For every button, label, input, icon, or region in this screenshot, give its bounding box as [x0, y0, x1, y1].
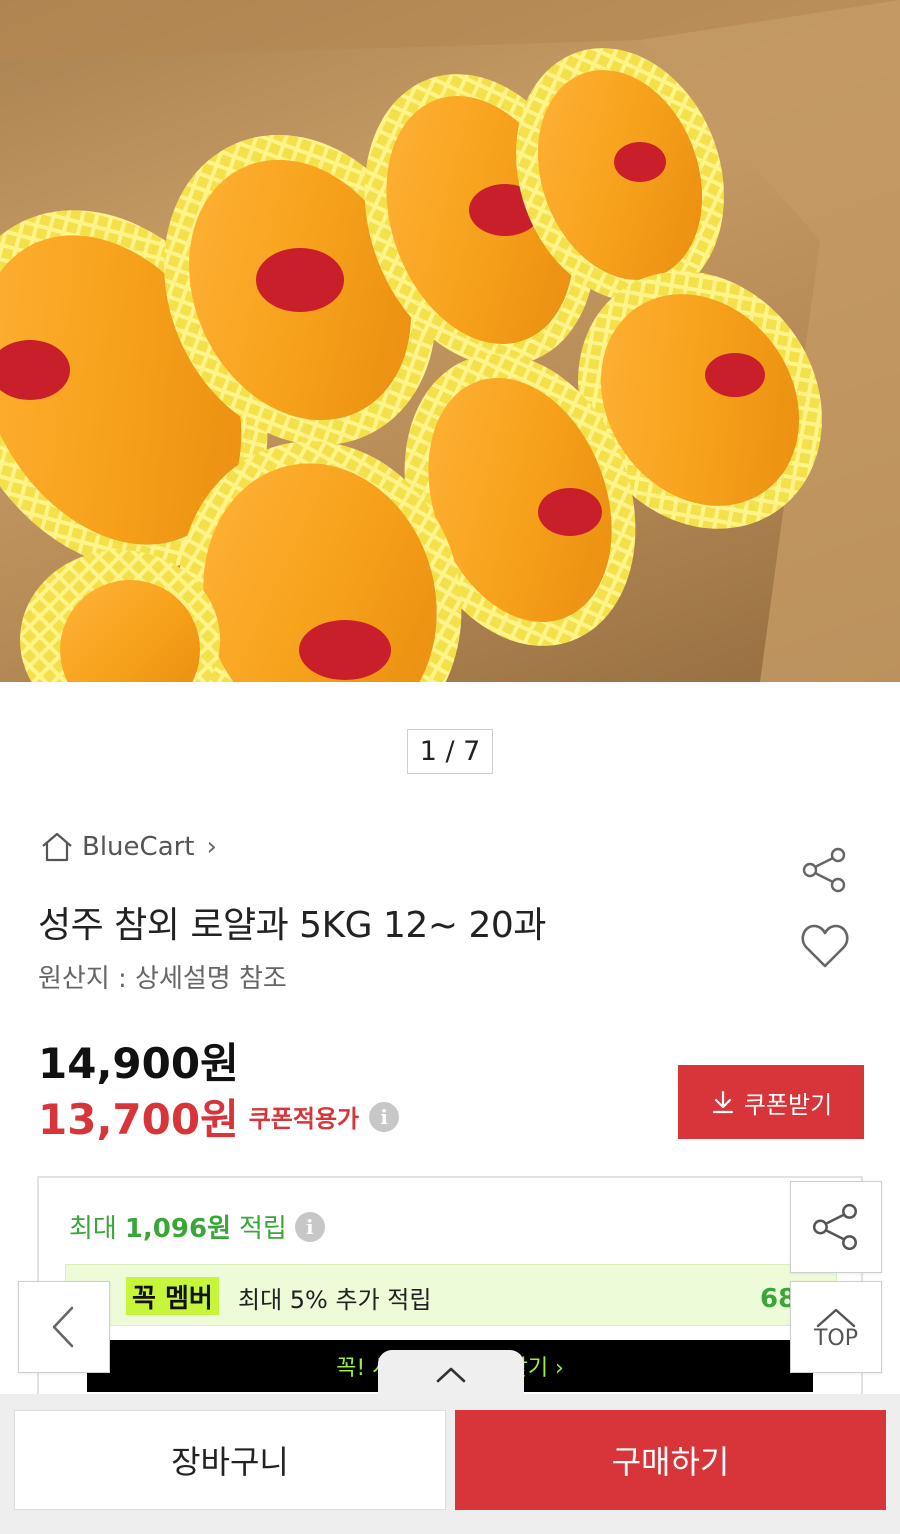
share-icon: [812, 1203, 858, 1251]
points-amount: 1,096원: [124, 1214, 232, 1244]
member-bonus-text: 최대 5% 추가 적립: [238, 1286, 432, 1314]
store-name: BlueCart: [82, 832, 195, 862]
top-label: TOP: [813, 1325, 859, 1351]
buy-now-button[interactable]: 구매하기: [455, 1410, 886, 1510]
pager-text: 1 / 7: [419, 736, 481, 767]
product-image[interactable]: [0, 0, 900, 682]
sale-price: 13,700원: [38, 1095, 239, 1144]
melon-box-photo: [0, 0, 900, 682]
back-button[interactable]: [18, 1281, 110, 1373]
coupon-download-button[interactable]: 쿠폰받기: [678, 1065, 864, 1139]
max-points-line: 최대 1,096원 적립 i: [69, 1208, 325, 1245]
member-bonus-row: 꼭 멤버 최대 5% 추가 적립 685원: [65, 1264, 838, 1326]
image-pager: 1 / 7: [407, 729, 493, 774]
chevron-up-icon: [436, 1367, 466, 1383]
info-icon[interactable]: i: [294, 1211, 325, 1242]
add-to-cart-button[interactable]: 장바구니: [14, 1410, 446, 1510]
download-icon: [712, 1090, 733, 1114]
member-badge: 꼭 멤버: [126, 1277, 219, 1315]
buy-button-label: 구매하기: [611, 1443, 730, 1481]
store-link[interactable]: BlueCart ›: [40, 832, 217, 862]
chevron-right-icon: ›: [206, 832, 217, 862]
original-price: 14,900원: [38, 1039, 239, 1088]
collapse-toggle[interactable]: [378, 1350, 524, 1400]
points-suffix: 적립: [239, 1214, 287, 1244]
product-title: 성주 참외 로얄과 5KG 12~ 20과: [38, 905, 546, 946]
floating-share-button[interactable]: [790, 1181, 882, 1273]
heart-icon[interactable]: [800, 922, 850, 970]
scroll-top-button[interactable]: TOP: [790, 1281, 882, 1373]
home-icon: [42, 832, 72, 862]
sale-price-row: 13,700원 쿠폰적용가 i: [38, 1086, 400, 1147]
coupon-price-label: 쿠폰적용가: [248, 1105, 360, 1133]
chevron-left-icon: [52, 1306, 74, 1348]
coupon-button-label: 쿠폰받기: [743, 1090, 833, 1119]
share-icon[interactable]: [800, 845, 850, 895]
product-origin: 원산지 : 상세설명 참조: [38, 964, 287, 994]
points-prefix: 최대: [69, 1214, 117, 1244]
cart-button-label: 장바구니: [171, 1443, 289, 1481]
info-icon[interactable]: i: [369, 1101, 400, 1132]
